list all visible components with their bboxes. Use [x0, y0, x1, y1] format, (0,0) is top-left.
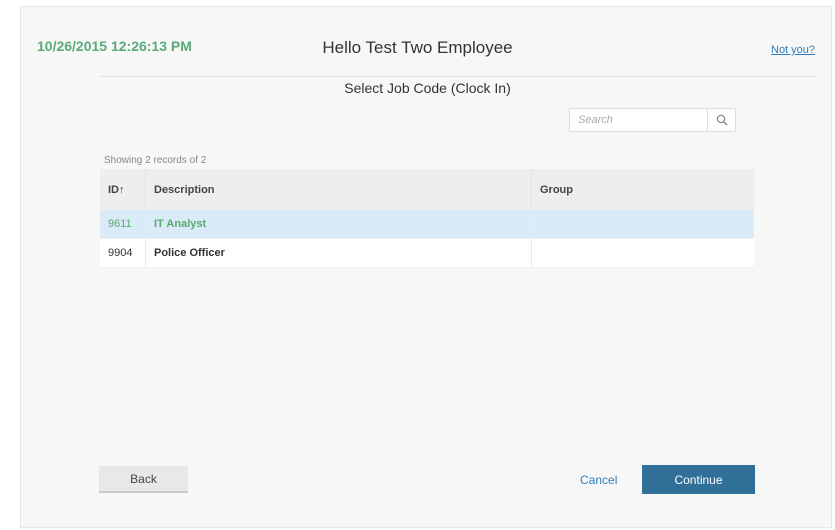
- cell-description: IT Analyst: [145, 210, 532, 239]
- not-you-link[interactable]: Not you?: [771, 44, 815, 56]
- search-input[interactable]: [570, 109, 707, 131]
- page-subtitle: Select Job Code (Clock In): [344, 80, 511, 96]
- table-header-row: ID↑ Description Group: [100, 169, 754, 210]
- header-divider: [100, 76, 816, 77]
- column-header-id[interactable]: ID↑: [100, 169, 146, 210]
- search-box: [569, 108, 736, 132]
- continue-button[interactable]: Continue: [642, 465, 755, 494]
- records-count: Showing 2 records of 2: [104, 155, 207, 166]
- back-button[interactable]: Back: [99, 466, 188, 493]
- cell-description: Police Officer: [145, 238, 532, 268]
- table-row[interactable]: 9904 Police Officer: [100, 238, 754, 268]
- search-icon: [716, 114, 727, 126]
- greeting-title: Hello Test Two Employee: [322, 38, 513, 57]
- column-header-description[interactable]: Description: [145, 169, 532, 210]
- search-button[interactable]: [707, 109, 735, 131]
- column-header-group[interactable]: Group: [531, 169, 754, 210]
- cell-id: 9611: [100, 210, 146, 239]
- cell-id: 9904: [100, 238, 146, 268]
- cancel-button[interactable]: Cancel: [580, 473, 617, 487]
- table-row[interactable]: 9611 IT Analyst: [100, 210, 754, 239]
- job-code-table: ID↑ Description Group 9611 IT Analyst 99…: [100, 169, 754, 268]
- cell-group: [531, 238, 754, 268]
- cell-group: [531, 210, 754, 239]
